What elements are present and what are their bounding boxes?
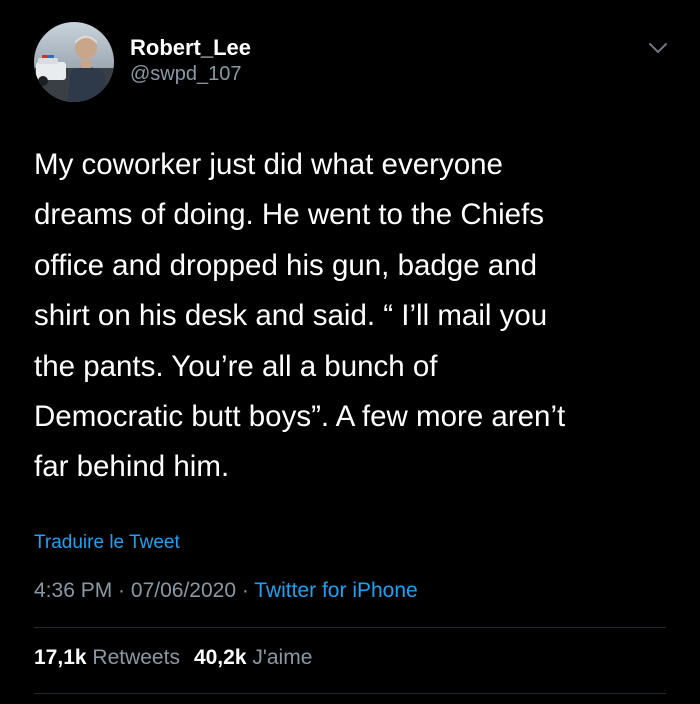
tweet-text-line: My coworker just did what everyone (34, 148, 503, 181)
divider (34, 627, 666, 628)
likes-label: J'aime (252, 646, 313, 669)
translate-tweet-link[interactable]: Traduire le Tweet (34, 532, 180, 554)
meta-separator: · (112, 579, 131, 602)
tweet-stats: 17,1k Retweets 40,2k J'aime (34, 646, 312, 670)
tweet-text-line: far behind him. (34, 450, 230, 484)
chevron-down-icon[interactable] (646, 36, 670, 60)
tweet-card: Robert_Lee @swpd_107 My coworker just di… (0, 0, 700, 704)
likes-stat[interactable]: 40,2k J'aime (194, 646, 312, 669)
divider (34, 693, 666, 694)
display-name[interactable]: Robert_Lee (130, 35, 251, 61)
profile-photo-icon (34, 22, 114, 102)
meta-separator: · (236, 579, 255, 602)
tweet-time: 4:36 PM (34, 579, 113, 602)
retweets-stat[interactable]: 17,1k Retweets (34, 646, 180, 669)
tweet-text-line: shirt on his desk and said. “ I’ll mail … (34, 299, 548, 333)
retweets-count: 17,1k (34, 646, 87, 669)
tweet-metadata: 4:36 PM · 07/06/2020 · Twitter for iPhon… (34, 579, 418, 603)
tweet-text-line: dreams of doing. He went to the Chiefs (34, 198, 544, 232)
avatar[interactable] (34, 22, 114, 102)
tweet-text: My coworker just did what everyone dream… (34, 140, 674, 493)
user-handle[interactable]: @swpd_107 (130, 63, 241, 86)
tweet-text-line: Democratic butt boys”. A few more aren’t (34, 400, 566, 434)
retweets-label: Retweets (92, 646, 180, 669)
tweet-source-link[interactable]: Twitter for iPhone (254, 579, 417, 602)
tweet-text-line: the pants. You’re all a bunch of (34, 349, 438, 383)
likes-count: 40,2k (193, 646, 247, 669)
tweet-date: 07/06/2020 (130, 579, 236, 602)
tweet-text-line: office and dropped his gun, badge and (34, 248, 538, 282)
